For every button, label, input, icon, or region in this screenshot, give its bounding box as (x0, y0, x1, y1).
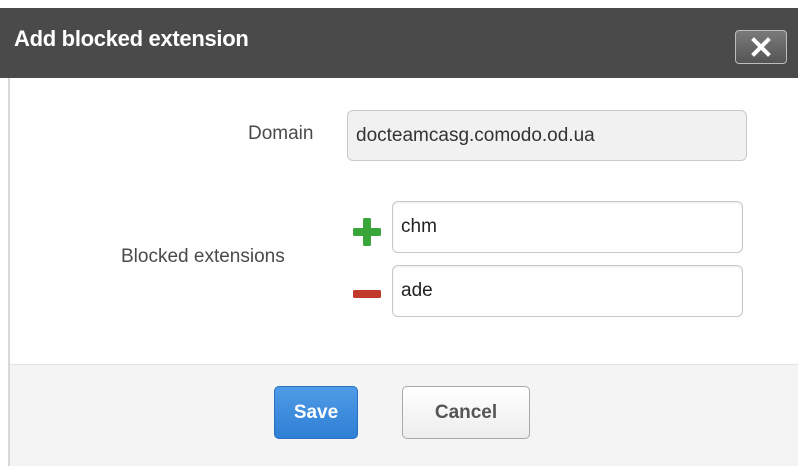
save-button[interactable]: Save (274, 386, 358, 439)
dialog-titlebar: Add blocked extension (0, 0, 798, 78)
domain-label: Domain (248, 123, 314, 144)
close-icon (751, 37, 771, 57)
cancel-button[interactable]: Cancel (402, 386, 530, 439)
extension-input[interactable]: ade (392, 265, 743, 317)
remove-extension-minus-icon[interactable] (352, 289, 382, 299)
extension-input[interactable]: chm (392, 201, 743, 253)
add-blocked-extension-dialog: Add blocked extension Domain docteamcasg… (0, 0, 798, 466)
blocked-extensions-label: Blocked extensions (121, 246, 285, 267)
add-extension-plus-icon[interactable] (352, 217, 382, 247)
close-button[interactable] (735, 30, 787, 64)
top-strip (0, 0, 798, 8)
domain-field: docteamcasg.comodo.od.ua (347, 110, 747, 161)
dialog-title: Add blocked extension (14, 26, 249, 51)
